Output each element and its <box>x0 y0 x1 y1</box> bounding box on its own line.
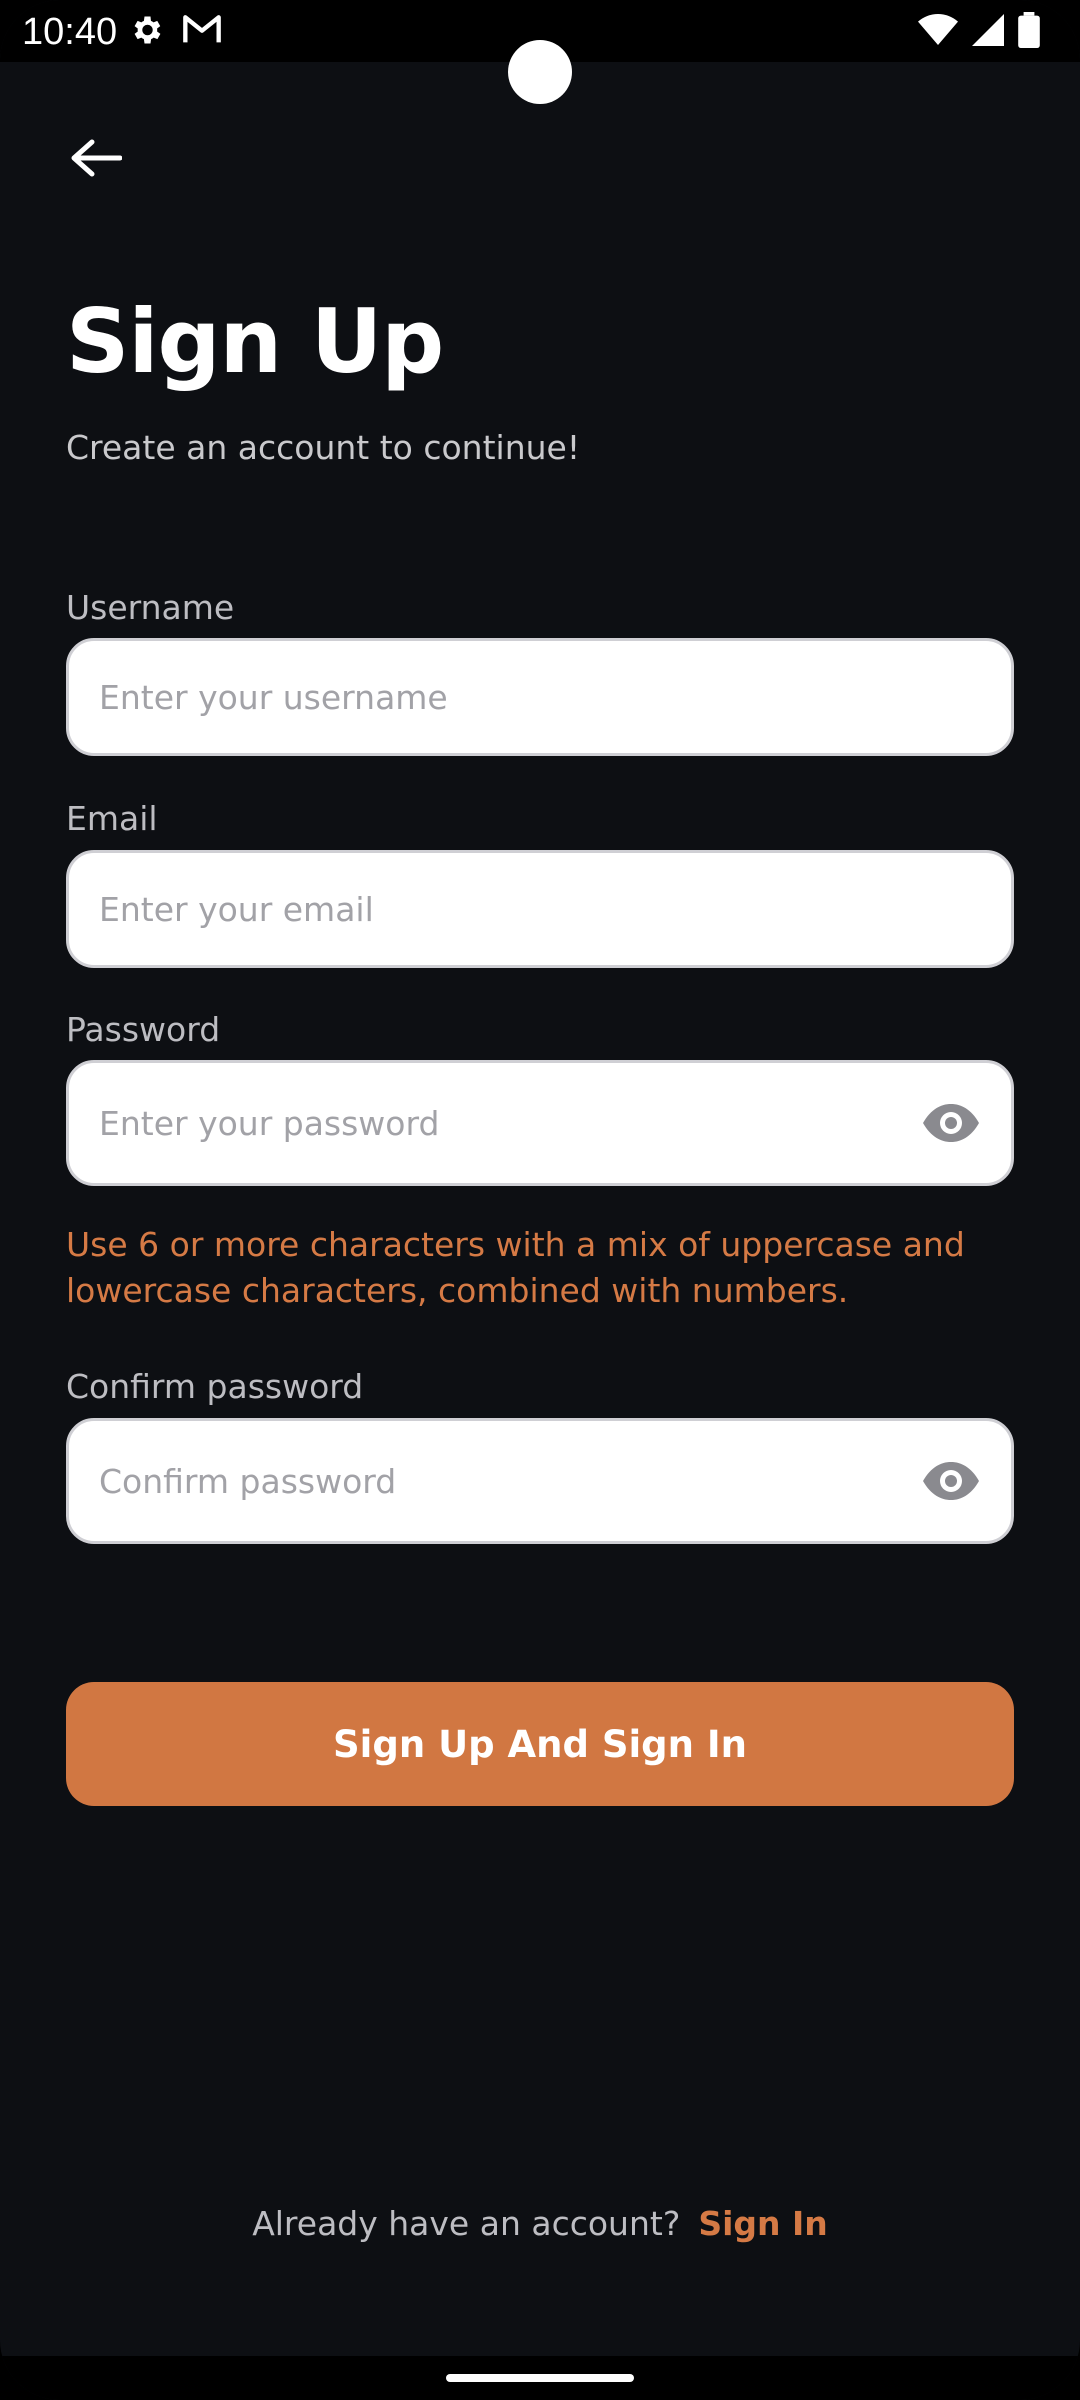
email-placeholder: Enter your email <box>99 889 374 929</box>
sign-in-link[interactable]: Sign In <box>698 2204 827 2243</box>
eye-icon[interactable] <box>921 1460 981 1502</box>
password-hint: Use 6 or more characters with a mix of u… <box>66 1225 965 1310</box>
status-time: 10:40 <box>22 11 118 53</box>
status-left-icons <box>128 12 222 52</box>
battery-icon <box>1018 12 1040 52</box>
password-field[interactable]: Enter your password <box>66 1060 1014 1186</box>
wifi-icon <box>918 13 958 51</box>
home-indicator[interactable] <box>446 2374 634 2382</box>
password-placeholder: Enter your password <box>99 1103 440 1143</box>
sign-up-screen: 10:40 Sign Up Create an account to conti… <box>0 0 1080 2400</box>
footer-prompt: Already have an account? <box>252 2204 681 2243</box>
confirm-password-label: Confirm password <box>66 1367 364 1406</box>
username-label: Username <box>66 588 235 627</box>
confirm-password-field[interactable]: Confirm password <box>66 1418 1014 1544</box>
footer: Already have an account? Sign In <box>0 2204 1080 2243</box>
username-placeholder: Enter your username <box>99 677 448 717</box>
back-button[interactable] <box>66 132 126 188</box>
username-field[interactable]: Enter your username <box>66 638 1014 756</box>
email-label: Email <box>66 799 158 838</box>
page-subtitle: Create an account to continue! <box>66 428 581 467</box>
cell-signal-icon <box>972 13 1004 51</box>
email-field[interactable]: Enter your email <box>66 850 1014 968</box>
status-right-icons <box>918 12 1040 52</box>
gear-icon <box>128 12 164 52</box>
confirm-password-placeholder: Confirm password <box>99 1461 397 1501</box>
page-title: Sign Up <box>66 290 444 393</box>
sign-up-button[interactable]: Sign Up And Sign In <box>66 1682 1014 1806</box>
password-label: Password <box>66 1010 221 1049</box>
eye-icon[interactable] <box>921 1102 981 1144</box>
gmail-icon <box>182 12 222 52</box>
camera-cutout <box>508 40 572 104</box>
arrow-left-icon <box>70 138 123 182</box>
